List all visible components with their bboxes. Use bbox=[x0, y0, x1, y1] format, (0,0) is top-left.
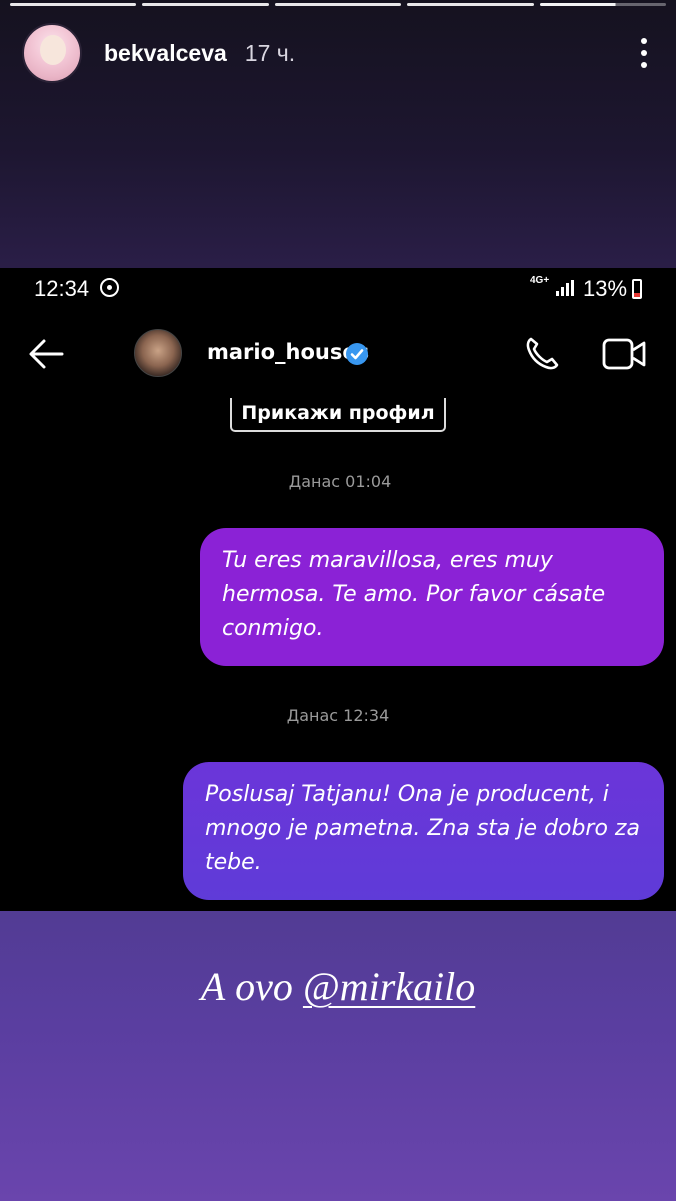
story-header-area: bekvalceva 17 ч. bbox=[0, 0, 676, 268]
signal-icon bbox=[556, 280, 576, 296]
story-user-header: bekvalceva 17 ч. bbox=[22, 22, 654, 84]
caption-mention-link[interactable]: @mirkailo bbox=[303, 964, 475, 1009]
story-progress-segment-current bbox=[539, 3, 667, 6]
view-profile-button[interactable]: Прикажи профил bbox=[230, 398, 446, 432]
back-arrow-icon[interactable] bbox=[26, 334, 66, 374]
story-progress-segment bbox=[10, 3, 137, 6]
dm-screenshot: 12:34 4G+ 13% mario_houses Прикажи профи… bbox=[0, 268, 676, 911]
story-caption-area: А ovo @mirkailo bbox=[0, 911, 676, 1201]
story-timestamp: 17 ч. bbox=[244, 39, 296, 66]
status-time: 12:34 bbox=[34, 276, 90, 301]
battery-icon bbox=[632, 279, 642, 299]
network-type: 4G+ bbox=[530, 275, 550, 286]
battery-percent: 13% bbox=[583, 276, 628, 301]
phone-call-icon[interactable] bbox=[522, 334, 562, 374]
story-caption: А ovo @mirkailo bbox=[0, 963, 676, 1010]
dm-header: mario_houses bbox=[0, 324, 676, 384]
status-bar: 12:34 4G+ 13% bbox=[0, 268, 676, 308]
story-username[interactable]: bekvalceva bbox=[104, 40, 227, 67]
caption-text: А ovo bbox=[200, 964, 303, 1009]
verified-badge-icon bbox=[346, 343, 368, 365]
story-progress-segment bbox=[407, 3, 534, 6]
story-progress-segment bbox=[274, 3, 402, 6]
sent-message-bubble[interactable]: Tu eres maravillosa, eres muy hermosa. T… bbox=[200, 528, 664, 666]
story-progress-bar bbox=[10, 3, 667, 7]
story-progress-segment bbox=[142, 3, 269, 6]
video-call-icon[interactable] bbox=[602, 336, 646, 372]
contact-avatar[interactable] bbox=[134, 329, 182, 377]
story-avatar[interactable] bbox=[22, 23, 82, 83]
sent-message-bubble[interactable]: Poslusaj Tatjanu! Ona je producent, i mn… bbox=[183, 762, 664, 900]
more-vertical-icon[interactable] bbox=[634, 33, 654, 73]
message-date-separator: Данас 01:04 bbox=[288, 472, 392, 491]
sync-icon bbox=[100, 278, 119, 297]
message-date-separator: Данас 12:34 bbox=[286, 706, 390, 725]
